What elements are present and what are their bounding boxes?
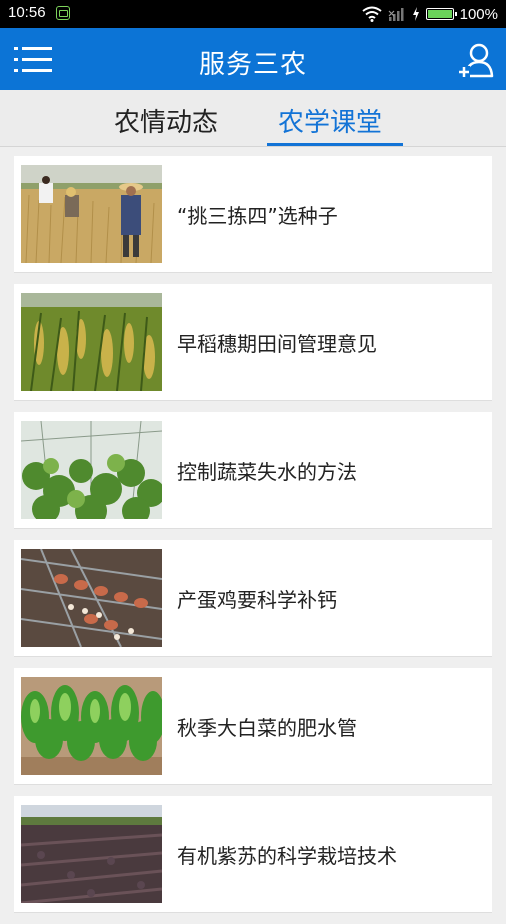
tab-farm-classroom[interactable]: 农学课堂	[278, 102, 382, 139]
wifi-icon	[362, 6, 382, 22]
article-card[interactable]: 控制蔬菜失水的方法	[14, 412, 492, 529]
article-thumbnail-greenhouse	[21, 421, 162, 519]
add-user-icon[interactable]	[458, 42, 494, 78]
article-title: 产蛋鸡要科学补钙	[177, 588, 337, 612]
article-card[interactable]: “挑三拣四”选种子	[14, 156, 492, 273]
article-title: 有机紫苏的科学栽培技术	[177, 844, 397, 868]
article-title: 早稻穗期田间管理意见	[177, 332, 377, 356]
app-bar: 服务三农	[0, 28, 506, 90]
article-title: 秋季大白菜的肥水管	[177, 716, 357, 740]
article-thumbnail-rice	[21, 293, 162, 391]
signal-icon	[388, 8, 404, 21]
battery-level: 100%	[459, 5, 498, 23]
article-thumbnail-cabbage	[21, 677, 162, 775]
article-title: 控制蔬菜失水的方法	[177, 460, 357, 484]
tab-bar: 农情动态 农学课堂	[0, 90, 506, 147]
battery-icon	[425, 8, 457, 20]
article-title: “挑三拣四”选种子	[177, 204, 338, 228]
article-thumbnail-chickens	[21, 549, 162, 647]
status-bar: 10:56 100%	[0, 0, 506, 28]
charging-icon	[412, 7, 419, 21]
status-icons: 100%	[362, 4, 498, 24]
notification-icon	[56, 6, 70, 20]
article-card[interactable]: 早稻穗期田间管理意见	[14, 284, 492, 401]
article-thumbnail-perilla	[21, 805, 162, 903]
article-list: “挑三拣四”选种子 早稻穗期田间管理意见 控制蔬菜失水的方法 产蛋鸡要科学补钙 …	[14, 156, 492, 924]
article-card[interactable]: 有机紫苏的科学栽培技术	[14, 796, 492, 913]
tab-indicator	[267, 143, 403, 146]
article-card[interactable]: 产蛋鸡要科学补钙	[14, 540, 492, 657]
article-thumbnail-wheat	[21, 165, 162, 263]
page-title: 服务三农	[198, 50, 307, 80]
status-time: 10:56	[8, 4, 46, 21]
article-card[interactable]: 秋季大白菜的肥水管	[14, 668, 492, 785]
tab-farm-news[interactable]: 农情动态	[114, 102, 218, 139]
